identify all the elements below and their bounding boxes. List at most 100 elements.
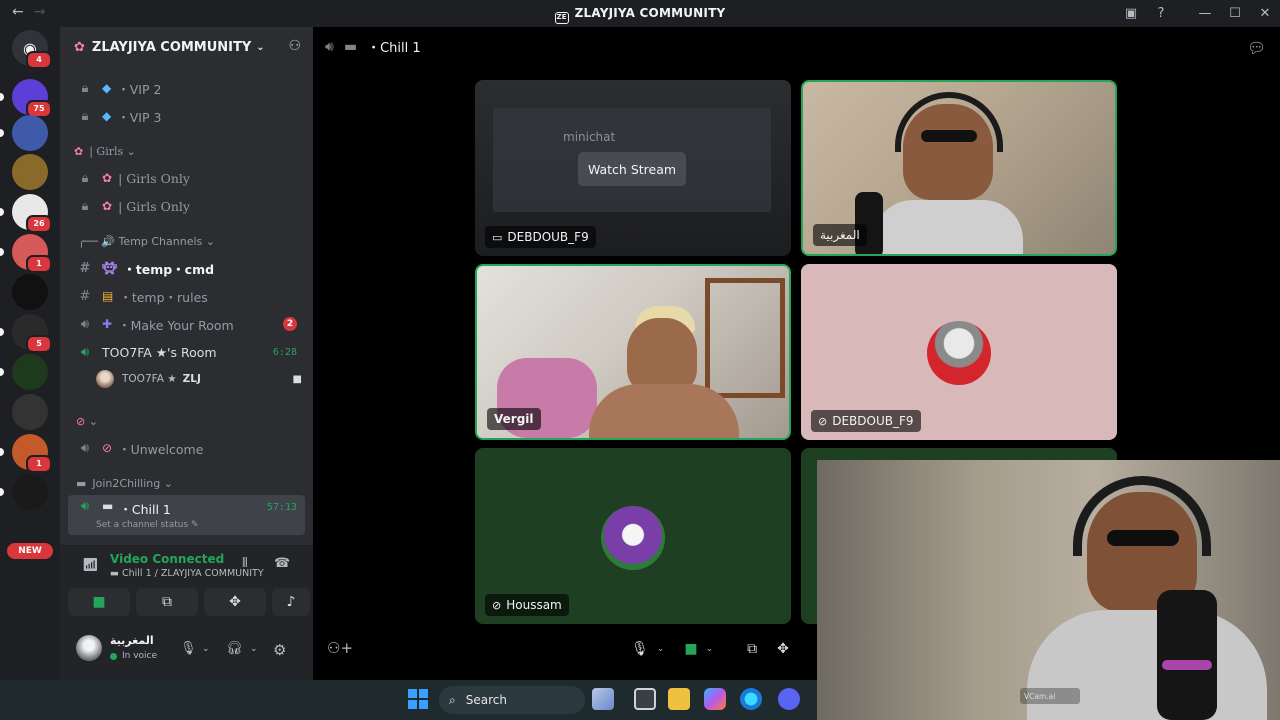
call-controls: 🎙︎ ⌄ ■ ⌄ ⧉ ✥ <box>621 632 799 666</box>
voice-member[interactable]: TOO7FA ★ ZLJ ■ <box>96 368 306 390</box>
video-tile-vergil[interactable]: Vergil <box>475 264 791 440</box>
widgets-icon[interactable] <box>592 688 614 710</box>
channel-make-your-room[interactable]: 🔊︎ ✚ ・Make Your Room 2 <box>68 311 305 337</box>
server-icon[interactable]: 26 <box>0 194 52 233</box>
server-icon[interactable] <box>12 274 48 310</box>
server-icon[interactable]: 1 <box>0 434 52 473</box>
server-icon[interactable]: 5 <box>0 314 52 353</box>
channel-vip2[interactable]: 🔒︎ ◆ ・VIP 2 <box>68 75 305 101</box>
server-icon[interactable] <box>0 354 48 390</box>
channel-temp-rules[interactable]: # ▤ ・temp・rules <box>68 283 305 309</box>
muted-icon: ⊘ <box>818 414 828 428</box>
user-name[interactable]: المغربية <box>110 634 154 647</box>
help-icon[interactable]: ? <box>1146 6 1176 21</box>
edge-browser-icon[interactable] <box>740 688 762 710</box>
chevron-down-icon: ⌄ <box>205 235 215 248</box>
unread-pill <box>0 488 4 496</box>
microphone-icon <box>1157 590 1217 720</box>
server-icon[interactable] <box>0 474 48 510</box>
server-header[interactable]: ✿ ZLAYJIYA COMMUNITY ⌄ ⚇ <box>60 27 313 67</box>
headphones-icon[interactable]: 🎧︎ <box>226 641 243 656</box>
avatar[interactable] <box>76 635 102 661</box>
microphone-button[interactable]: 🎙︎ ⌄ <box>621 632 674 666</box>
video-tile-houssam[interactable]: ⊘ Houssam <box>475 448 791 624</box>
channel-unwelcome[interactable]: 🔊︎ ⊘ ・Unwelcome <box>68 435 305 461</box>
no-entry-icon: ⊘ <box>76 415 86 428</box>
maximize-icon[interactable]: ☐ <box>1220 6 1250 21</box>
microphone-icon[interactable]: 🎙︎ <box>180 641 197 656</box>
taskbar-search[interactable]: ⌕ Search <box>439 686 585 714</box>
server-avatar <box>12 274 48 310</box>
chevron-down-icon: ⌄ <box>88 415 98 428</box>
server-icon[interactable] <box>12 154 48 190</box>
tile-label: Vergil <box>487 408 541 430</box>
channel-girls-only-1[interactable]: 🔒︎ ✿ | Girls Only <box>68 165 305 191</box>
category-join2chilling[interactable]: ▬ Join2Chilling ⌄ <box>76 477 173 490</box>
inbox-icon[interactable]: ▣ <box>1116 6 1146 21</box>
channel-temp-cmd[interactable]: # 👾︎ ・temp・cmd <box>68 255 305 281</box>
close-icon[interactable]: ✕ <box>1250 6 1280 21</box>
watch-stream-button[interactable]: Watch Stream <box>578 152 686 186</box>
lock-icon: 🔒︎ <box>81 80 89 96</box>
windows-start-icon[interactable] <box>408 689 428 709</box>
copilot-icon[interactable] <box>704 688 726 710</box>
lock-icon: 🔒︎ <box>81 108 89 124</box>
file-explorer-icon[interactable] <box>668 688 690 710</box>
window-frame <box>705 278 785 398</box>
video-tile-avatar[interactable]: ⊘ DEBDOUB_F9 <box>801 264 1117 440</box>
voice-status[interactable]: Video Connected <box>110 552 224 566</box>
category-temp-channels[interactable]: ╭── 🔊 Temp Channels ⌄ <box>78 235 215 248</box>
channel-girls-only-2[interactable]: 🔒︎ ✿ | Girls Only <box>68 193 305 219</box>
server-name: ZLAYJIYA COMMUNITY <box>91 39 252 55</box>
stream-tile[interactable]: minichat Watch Stream ▭ DEBDOUB_F9 <box>475 80 791 256</box>
screen-share-button[interactable]: ⧉ <box>737 632 767 666</box>
voice-location[interactable]: ▬ Chill 1 / ZLAYJIYA COMMUNITY <box>110 568 264 579</box>
camera-button[interactable]: ■ ⌄ <box>674 632 723 666</box>
screen-share-icon: ⧉ <box>747 641 758 657</box>
voice-timer: 57:13 <box>266 502 297 513</box>
camera-icon: ■ <box>684 641 698 657</box>
gear-icon[interactable]: ⚙ <box>273 641 286 659</box>
disconnect-icon[interactable]: ☎ <box>274 556 290 571</box>
activities-button[interactable]: ✥ <box>767 632 799 666</box>
add-user-icon[interactable]: ⚇+ <box>327 639 353 657</box>
hashtag-icon: # <box>79 288 91 304</box>
chevron-down-icon[interactable]: ⌄ <box>250 644 258 654</box>
server-icon[interactable]: 75 <box>0 79 52 118</box>
channel-status[interactable]: Set a channel status ✎ <box>96 520 199 530</box>
speaker-icon: 🔊︎ <box>80 440 90 456</box>
video-icon: ▬ <box>343 38 358 55</box>
channel-toofa-room[interactable]: 🔊︎ TOO7FA ★'s Room 6:28 <box>68 339 305 365</box>
chevron-down-icon: ⌄ <box>705 644 714 654</box>
camera-button[interactable]: ■ <box>68 588 130 616</box>
window-controls: ▣ ? — ☐ ✕ <box>1116 0 1280 27</box>
member-tag: ZLJ <box>182 373 201 385</box>
home-button[interactable]: ◉ 4 <box>12 30 52 69</box>
tile-label: ⊘ DEBDOUB_F9 <box>811 410 921 432</box>
window-title: ZE ZLAYJIYA COMMUNITY <box>0 6 1280 24</box>
taskbar: ⌕ Search <box>0 680 817 720</box>
task-view-icon[interactable] <box>634 688 656 710</box>
minimize-icon[interactable]: — <box>1190 6 1220 21</box>
server-icon[interactable] <box>0 115 48 151</box>
category-girls[interactable]: ✿ | Girls ⌄ <box>74 145 136 158</box>
soundboard-button[interactable]: ♪ <box>272 588 310 616</box>
new-badge[interactable]: NEW <box>7 543 53 559</box>
scroll-icon: ▤ <box>102 289 114 303</box>
video-tile-speaking[interactable]: المغربية <box>801 80 1117 256</box>
invite-user-icon[interactable]: ⚇ <box>288 38 301 54</box>
chevron-down-icon[interactable]: ⌄ <box>202 644 210 654</box>
server-badge: 1 <box>26 455 52 473</box>
chat-bubble-icon[interactable]: 💬︎ <box>1247 39 1266 57</box>
screen-share-button[interactable]: ⧉ <box>136 588 198 616</box>
signal-icon[interactable]: 📶︎ <box>82 558 99 573</box>
noise-suppression-icon[interactable]: ⦀ <box>242 556 248 571</box>
channel-vip3[interactable]: 🔒︎ ◆ ・VIP 3 <box>68 103 305 129</box>
server-icon[interactable] <box>12 394 48 430</box>
pencil-icon: ✎ <box>191 520 199 530</box>
activities-button[interactable]: ✥ <box>204 588 266 616</box>
server-icon[interactable]: 1 <box>0 234 52 273</box>
avatar <box>601 506 665 570</box>
category-unwelcome[interactable]: ⊘ ⌄ <box>76 415 98 428</box>
discord-taskbar-icon[interactable] <box>778 688 800 710</box>
